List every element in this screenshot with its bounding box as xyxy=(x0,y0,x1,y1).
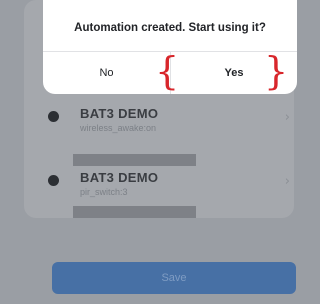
device-name: BAT3 DEMO xyxy=(80,170,159,185)
annotation-brace-left: { xyxy=(155,49,180,93)
redaction-bar xyxy=(73,206,196,218)
device-condition: wireless_awake:on xyxy=(80,123,157,133)
dialog-title: Automation created. Start using it? xyxy=(74,22,266,34)
device-dot-icon xyxy=(48,175,59,186)
device-row[interactable]: BAT3 DEMO pir_switch:3 › xyxy=(40,162,290,206)
annotation-brace-right: } xyxy=(264,49,289,93)
device-condition: pir_switch:3 xyxy=(80,187,128,197)
device-dot-icon xyxy=(48,111,59,122)
no-button[interactable]: No xyxy=(43,51,170,94)
device-row[interactable]: BAT3 DEMO wireless_awake:on › xyxy=(40,98,290,142)
save-button[interactable]: Save xyxy=(52,262,296,294)
device-name: BAT3 DEMO xyxy=(80,106,159,121)
redaction-bar xyxy=(73,154,196,166)
chevron-right-icon: › xyxy=(284,174,290,189)
chevron-right-icon: › xyxy=(284,110,290,125)
